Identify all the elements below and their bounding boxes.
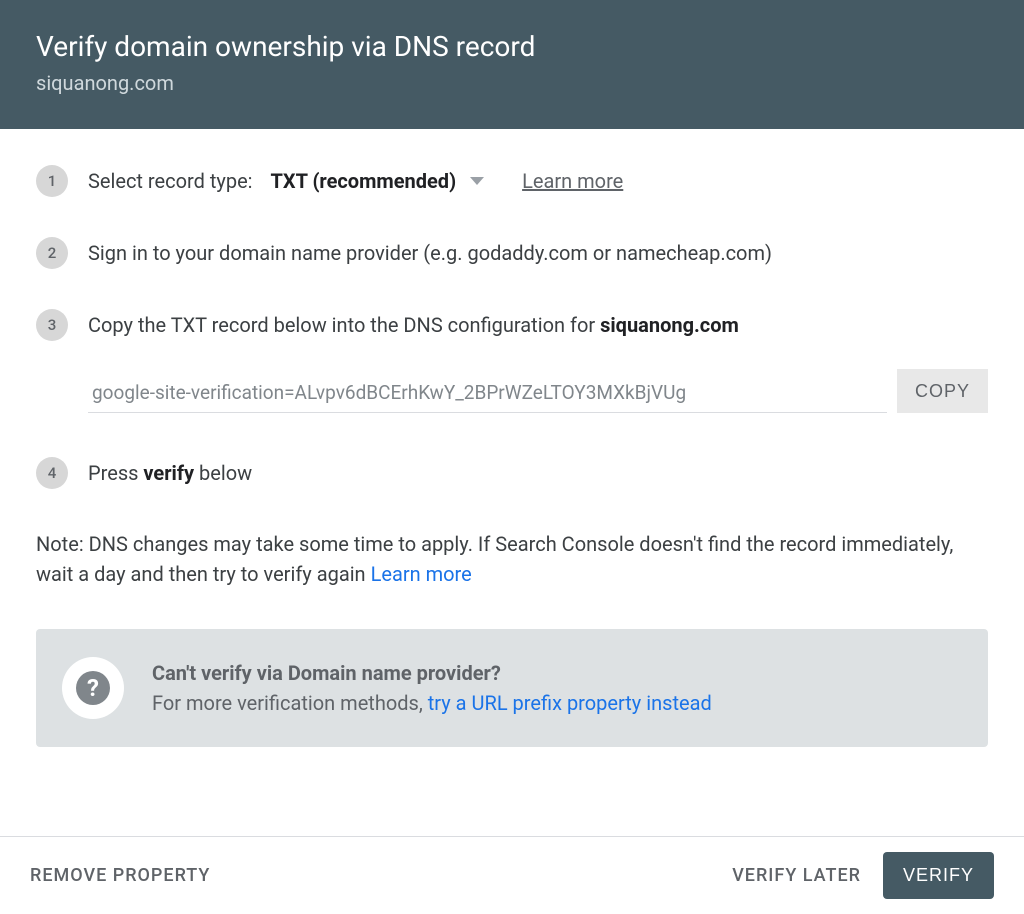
verify-button[interactable]: VERIFY bbox=[883, 852, 994, 899]
chevron-down-icon bbox=[470, 177, 484, 185]
note-text: Note: DNS changes may take some time to … bbox=[36, 529, 988, 589]
dialog-subtitle: siquanong.com bbox=[36, 71, 988, 95]
url-prefix-link[interactable]: try a URL prefix property instead bbox=[428, 691, 712, 715]
step-4-text: Press verify below bbox=[88, 461, 252, 485]
learn-more-link[interactable]: Learn more bbox=[522, 169, 623, 193]
step-3: 3 Copy the TXT record below into the DNS… bbox=[36, 309, 988, 341]
step-number-badge: 4 bbox=[36, 457, 68, 489]
step-3-text: Copy the TXT record below into the DNS c… bbox=[88, 313, 739, 337]
step-2-text: Sign in to your domain name provider (e.… bbox=[88, 241, 772, 265]
help-icon-container: ? bbox=[62, 657, 124, 719]
step-2: 2 Sign in to your domain name provider (… bbox=[36, 237, 988, 269]
step-4: 4 Press verify below bbox=[36, 457, 988, 489]
record-type-select[interactable]: TXT (recommended) bbox=[271, 169, 485, 193]
step-number-badge: 1 bbox=[36, 165, 68, 197]
copy-button[interactable]: COPY bbox=[897, 369, 988, 413]
dialog-title: Verify domain ownership via DNS record bbox=[36, 30, 988, 63]
dialog-footer: REMOVE PROPERTY VERIFY LATER VERIFY bbox=[0, 836, 1024, 914]
step-3-domain: siquanong.com bbox=[600, 313, 739, 337]
txt-record-row: google-site-verification=ALvpv6dBCErhKwY… bbox=[36, 369, 988, 413]
step-number-badge: 3 bbox=[36, 309, 68, 341]
alternate-verification-box: ? Can't verify via Domain name provider?… bbox=[36, 629, 988, 747]
info-title: Can't verify via Domain name provider? bbox=[152, 661, 712, 685]
info-description: For more verification methods, try a URL… bbox=[152, 691, 712, 715]
note-learn-more-link[interactable]: Learn more bbox=[371, 562, 472, 586]
step-number-badge: 2 bbox=[36, 237, 68, 269]
dialog-content: 1 Select record type: TXT (recommended) … bbox=[0, 129, 1024, 747]
remove-property-button[interactable]: REMOVE PROPERTY bbox=[30, 865, 210, 886]
txt-record-value[interactable]: google-site-verification=ALvpv6dBCErhKwY… bbox=[88, 369, 887, 413]
record-type-label: Select record type: bbox=[88, 169, 253, 193]
verify-later-button[interactable]: VERIFY LATER bbox=[732, 865, 861, 886]
record-type-selected: TXT (recommended) bbox=[271, 169, 457, 193]
dialog-header: Verify domain ownership via DNS record s… bbox=[0, 0, 1024, 129]
help-icon: ? bbox=[76, 671, 110, 705]
step-1: 1 Select record type: TXT (recommended) … bbox=[36, 165, 988, 197]
